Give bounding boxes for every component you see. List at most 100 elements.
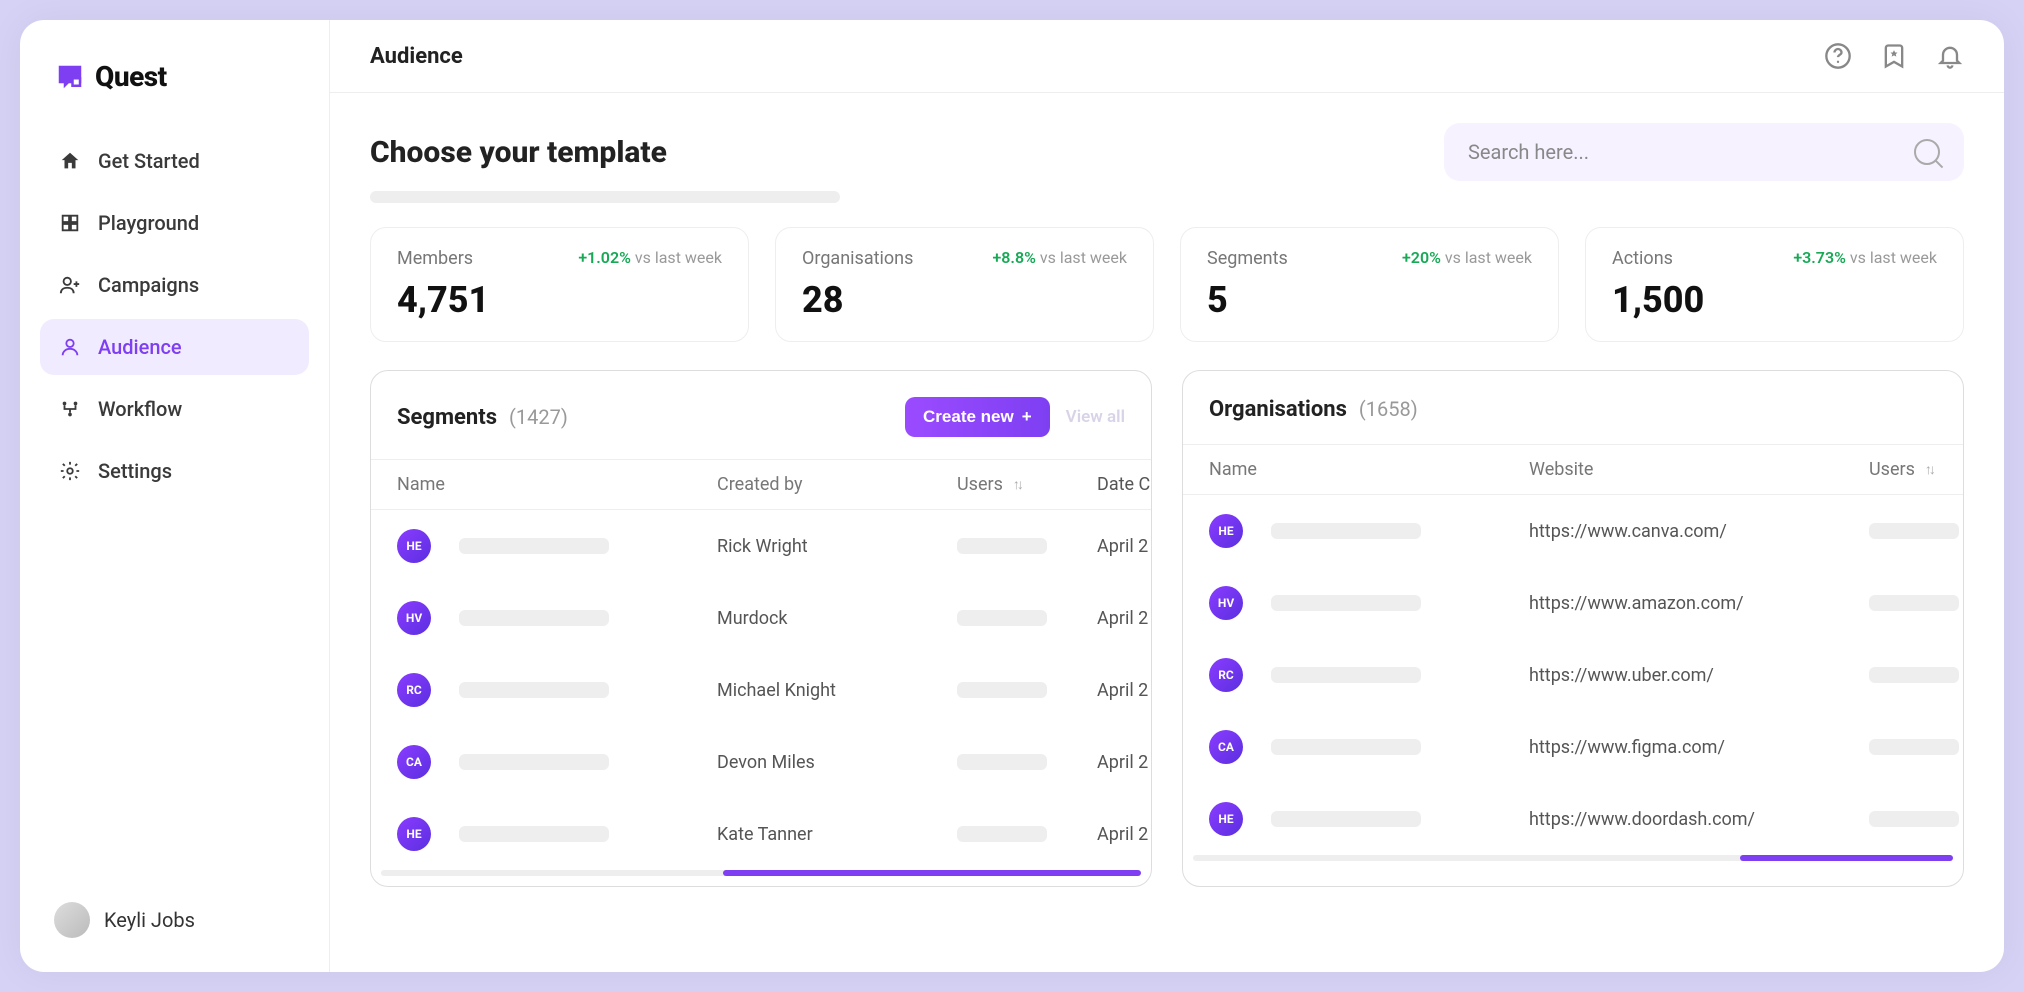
sidebar-item-audience[interactable]: Audience bbox=[40, 319, 309, 375]
sidebar-item-get-started[interactable]: Get Started bbox=[40, 133, 309, 189]
stat-card-segments[interactable]: Segments +20% vs last week 5 bbox=[1180, 227, 1559, 342]
created-by: Murdock bbox=[717, 608, 957, 629]
row-avatar: RC bbox=[1209, 658, 1243, 692]
stat-delta: +3.73% bbox=[1793, 248, 1846, 267]
page-subtitle: Choose your template bbox=[370, 135, 667, 170]
logo[interactable]: Quest bbox=[40, 50, 309, 133]
table-row[interactable]: CA https://www.figma.com/ bbox=[1183, 711, 1963, 783]
stat-delta: +20% bbox=[1402, 248, 1441, 267]
website: https://www.canva.com/ bbox=[1529, 521, 1869, 542]
col-website[interactable]: Website bbox=[1529, 459, 1593, 480]
row-avatar: HV bbox=[397, 601, 431, 635]
col-users[interactable]: Users bbox=[957, 474, 1003, 495]
topbar-actions bbox=[1824, 42, 1964, 70]
table-row[interactable]: RC Michael Knight April 2 bbox=[371, 654, 1151, 726]
user-profile[interactable]: Keyli Jobs bbox=[40, 888, 309, 952]
name-skeleton bbox=[459, 610, 609, 626]
users-skeleton bbox=[1869, 667, 1959, 683]
name-skeleton bbox=[1271, 523, 1421, 539]
stat-card-organisations[interactable]: Organisations +8.8% vs last week 28 bbox=[775, 227, 1154, 342]
workflow-icon bbox=[58, 397, 82, 421]
plus-icon: + bbox=[1022, 407, 1032, 427]
date: April 2 bbox=[1097, 824, 1152, 845]
user-name: Keyli Jobs bbox=[104, 908, 195, 932]
stat-period: vs last week bbox=[1445, 248, 1532, 267]
sort-icon[interactable]: ↑↓ bbox=[1013, 476, 1021, 493]
website: https://www.figma.com/ bbox=[1529, 737, 1869, 758]
users-skeleton bbox=[1869, 739, 1959, 755]
stat-label: Segments bbox=[1207, 248, 1288, 269]
sidebar-item-label: Settings bbox=[98, 459, 172, 483]
stat-delta: +8.8% bbox=[992, 248, 1035, 267]
date: April 2 bbox=[1097, 536, 1152, 557]
segments-card: Segments (1427) Create new + View all bbox=[370, 370, 1152, 887]
sidebar-item-label: Playground bbox=[98, 211, 199, 235]
col-name[interactable]: Name bbox=[1209, 459, 1257, 480]
table-row[interactable]: HE Kate Tanner April 2 bbox=[371, 798, 1151, 870]
table-row[interactable]: CA Devon Miles April 2 bbox=[371, 726, 1151, 798]
created-by: Kate Tanner bbox=[717, 824, 957, 845]
sidebar-item-settings[interactable]: Settings bbox=[40, 443, 309, 499]
sidebar: Quest Get Started Playground Campaigns A… bbox=[20, 20, 330, 972]
create-new-button[interactable]: Create new + bbox=[905, 397, 1050, 437]
table-row[interactable]: HV https://www.amazon.com/ bbox=[1183, 567, 1963, 639]
bookmark-icon[interactable] bbox=[1880, 42, 1908, 70]
table-row[interactable]: HE Rick Wright April 2 bbox=[371, 510, 1151, 582]
organisations-count: (1658) bbox=[1359, 397, 1418, 421]
stat-value: 1,500 bbox=[1612, 279, 1937, 321]
name-skeleton bbox=[1271, 667, 1421, 683]
organisations-header-row: Name Website Users ↑↓ bbox=[1183, 444, 1963, 495]
created-by: Michael Knight bbox=[717, 680, 957, 701]
logo-mark-icon bbox=[55, 62, 85, 92]
logo-text: Quest bbox=[95, 60, 167, 93]
segments-view-all[interactable]: View all bbox=[1066, 407, 1125, 427]
sidebar-item-label: Audience bbox=[98, 335, 182, 359]
user-plus-icon bbox=[58, 273, 82, 297]
col-date[interactable]: Date Created bbox=[1097, 474, 1152, 495]
app-shell: Quest Get Started Playground Campaigns A… bbox=[20, 20, 2004, 972]
tables-row: Segments (1427) Create new + View all bbox=[370, 370, 1964, 887]
col-created-by[interactable]: Created by bbox=[717, 474, 803, 495]
name-skeleton bbox=[459, 682, 609, 698]
help-icon[interactable] bbox=[1824, 42, 1852, 70]
name-skeleton bbox=[1271, 739, 1421, 755]
table-row[interactable]: RC https://www.uber.com/ bbox=[1183, 639, 1963, 711]
table-row[interactable]: HE https://www.canva.com/ bbox=[1183, 495, 1963, 567]
horizontal-scrollbar[interactable] bbox=[381, 870, 1141, 876]
col-name[interactable]: Name bbox=[397, 474, 445, 495]
search-placeholder: Search here... bbox=[1468, 140, 1589, 164]
sidebar-item-playground[interactable]: Playground bbox=[40, 195, 309, 251]
search-input[interactable]: Search here... bbox=[1444, 123, 1964, 181]
col-users[interactable]: Users bbox=[1869, 459, 1915, 480]
users-skeleton bbox=[957, 682, 1047, 698]
bell-icon[interactable] bbox=[1936, 42, 1964, 70]
content: Choose your template Search here... Memb… bbox=[330, 93, 2004, 917]
users-skeleton bbox=[1869, 595, 1959, 611]
table-row[interactable]: HE https://www.doordash.com/ bbox=[1183, 783, 1963, 855]
stat-delta: +1.02% bbox=[578, 248, 631, 267]
stat-card-members[interactable]: Members +1.02% vs last week 4,751 bbox=[370, 227, 749, 342]
horizontal-scrollbar[interactable] bbox=[1193, 855, 1953, 861]
users-skeleton bbox=[1869, 523, 1959, 539]
stat-card-actions[interactable]: Actions +3.73% vs last week 1,500 bbox=[1585, 227, 1964, 342]
table-row[interactable]: HV Murdock April 2 bbox=[371, 582, 1151, 654]
users-skeleton bbox=[957, 754, 1047, 770]
nav: Get Started Playground Campaigns Audienc… bbox=[40, 133, 309, 499]
name-skeleton bbox=[459, 826, 609, 842]
name-skeleton bbox=[1271, 595, 1421, 611]
sidebar-item-campaigns[interactable]: Campaigns bbox=[40, 257, 309, 313]
stat-value: 4,751 bbox=[397, 279, 722, 321]
created-by: Rick Wright bbox=[717, 536, 957, 557]
stat-label: Organisations bbox=[802, 248, 913, 269]
created-by: Devon Miles bbox=[717, 752, 957, 773]
sidebar-item-label: Get Started bbox=[98, 149, 200, 173]
date: April 2 bbox=[1097, 752, 1152, 773]
sidebar-item-label: Campaigns bbox=[98, 273, 199, 297]
sort-icon[interactable]: ↑↓ bbox=[1925, 461, 1933, 478]
stat-value: 5 bbox=[1207, 279, 1532, 321]
row-avatar: HE bbox=[1209, 802, 1243, 836]
sidebar-item-workflow[interactable]: Workflow bbox=[40, 381, 309, 437]
sidebar-item-label: Workflow bbox=[98, 397, 182, 421]
website: https://www.doordash.com/ bbox=[1529, 809, 1869, 830]
stat-label: Members bbox=[397, 248, 473, 269]
